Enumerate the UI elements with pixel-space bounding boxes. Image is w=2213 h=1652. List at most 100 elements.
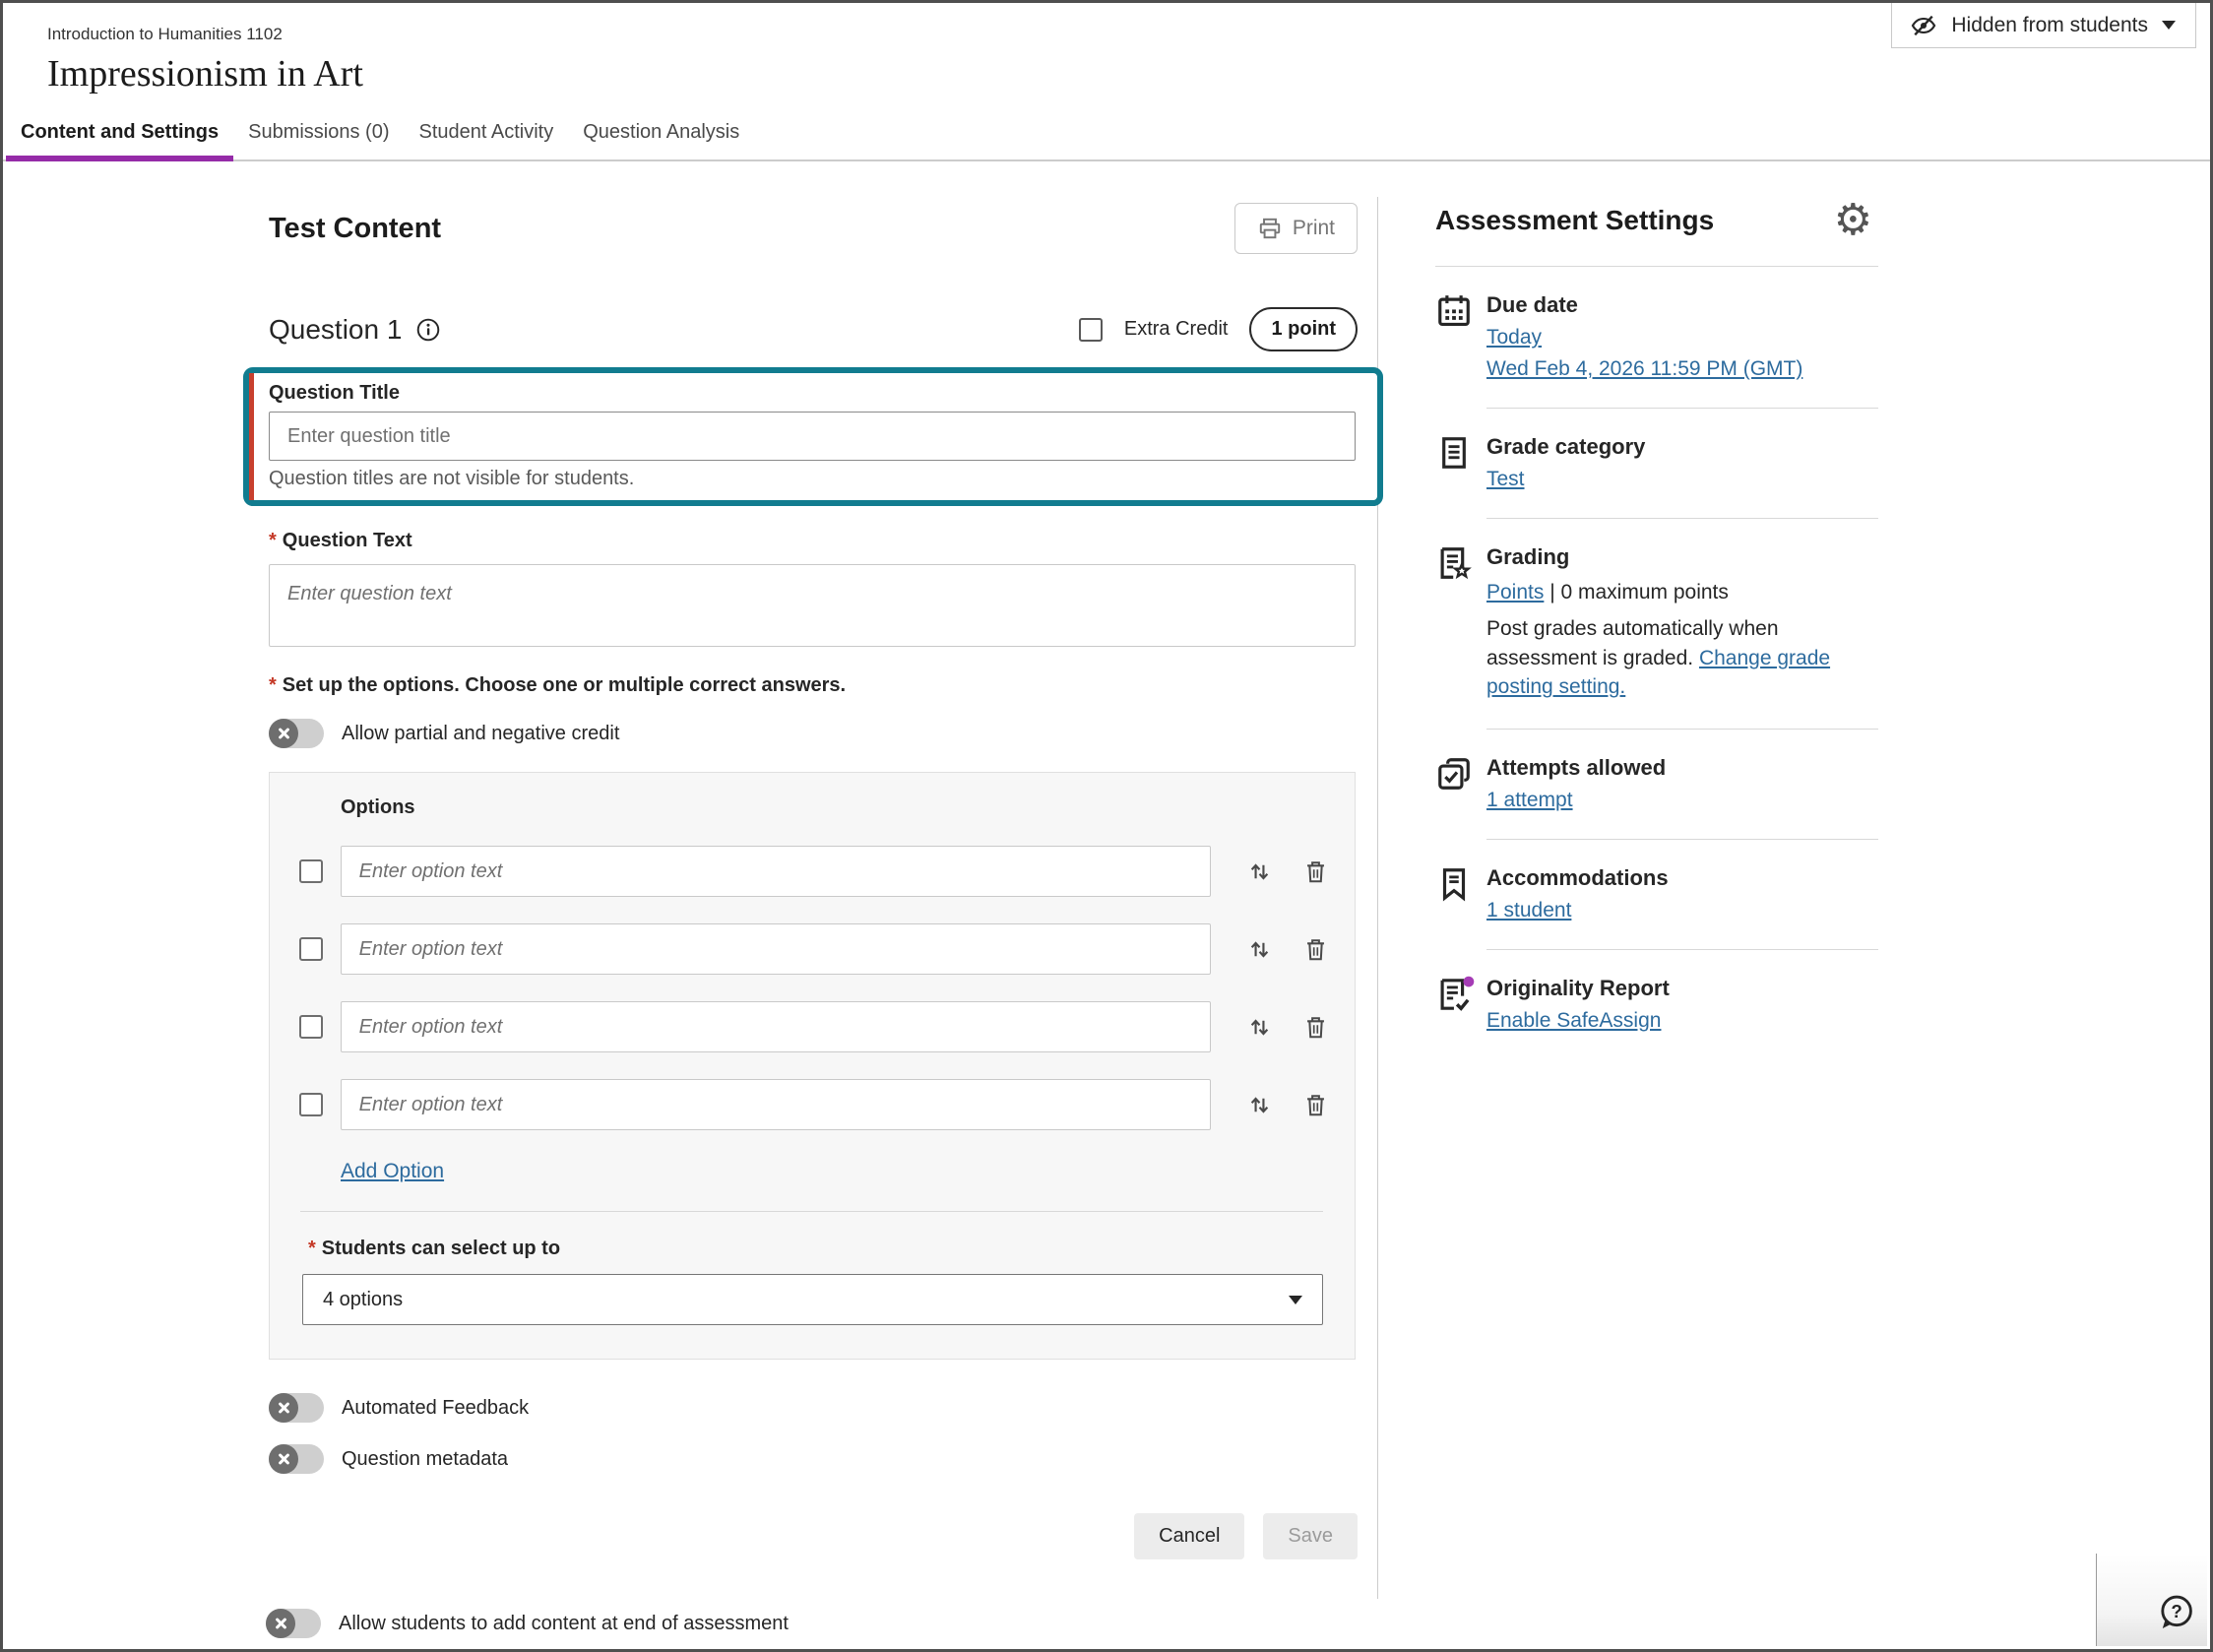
originality-report-icon — [1435, 976, 1476, 1013]
accommodations-title: Accommodations — [1486, 865, 1878, 891]
reorder-option-button[interactable] — [1246, 1092, 1273, 1118]
options-count-value: 4 options — [323, 1289, 403, 1311]
max-points-text: | 0 maximum points — [1544, 581, 1729, 604]
attempts-link[interactable]: 1 attempt — [1486, 789, 1573, 812]
accommodations-link[interactable]: 1 student — [1486, 899, 1571, 922]
delete-option-button[interactable] — [1302, 1014, 1329, 1041]
assessment-settings-panel: Assessment Settings ⚙ Due date T — [1435, 199, 1878, 1060]
content-area: Test Content Print Question 1 — [3, 161, 2210, 1652]
option-correct-checkbox[interactable] — [299, 859, 323, 883]
points-badge[interactable]: 1 point — [1249, 307, 1358, 351]
extra-credit-label: Extra Credit — [1124, 318, 1229, 341]
option-text-input[interactable] — [341, 1001, 1211, 1052]
trash-icon — [1302, 1092, 1329, 1118]
trash-icon — [1302, 936, 1329, 963]
reorder-icon — [1246, 1092, 1273, 1118]
options-instruction: *Set up the options. Choose one or multi… — [269, 674, 1358, 697]
grade-category-title: Grade category — [1486, 434, 1878, 460]
option-text-input[interactable] — [341, 1079, 1211, 1130]
delete-option-button[interactable] — [1302, 936, 1329, 963]
option-correct-checkbox[interactable] — [299, 937, 323, 961]
add-option-link[interactable]: Add Option — [341, 1160, 444, 1183]
visibility-label: Hidden from students — [1951, 14, 2148, 37]
automated-feedback-toggle[interactable] — [269, 1393, 324, 1423]
tab-bar: Content and Settings Submissions (0) Stu… — [3, 111, 2210, 161]
required-asterisk: * — [269, 674, 277, 696]
reorder-option-button[interactable] — [1246, 1014, 1273, 1041]
calendar-icon — [1435, 292, 1473, 330]
reorder-option-button[interactable] — [1246, 858, 1273, 885]
allow-student-content-label: Allow students to add content at end of … — [339, 1613, 789, 1635]
option-row — [299, 923, 1329, 975]
visibility-dropdown-button[interactable]: Hidden from students — [1891, 3, 2196, 48]
required-asterisk: * — [269, 530, 277, 551]
question-text-input[interactable] — [269, 564, 1356, 647]
eye-slash-icon — [1910, 12, 1937, 39]
attempts-check-icon — [1435, 755, 1473, 793]
save-button[interactable]: Save — [1263, 1513, 1358, 1559]
option-correct-checkbox[interactable] — [299, 1093, 323, 1116]
document-icon — [1435, 434, 1473, 472]
delete-option-button[interactable] — [1302, 1092, 1329, 1118]
options-heading: Options — [341, 796, 1355, 819]
allow-student-content-toggle[interactable] — [266, 1609, 321, 1638]
assessment-editor-page: Introduction to Humanities 1102 Impressi… — [0, 0, 2213, 1652]
due-date-datetime-link[interactable]: Wed Feb 4, 2026 11:59 PM (GMT) — [1486, 357, 1802, 381]
points-link[interactable]: Points — [1486, 581, 1544, 604]
option-text-input[interactable] — [341, 846, 1211, 897]
tab-submissions[interactable]: Submissions (0) — [233, 111, 404, 159]
print-label: Print — [1293, 217, 1335, 240]
tab-content-and-settings[interactable]: Content and Settings — [6, 111, 233, 159]
select-up-to-label: *Students can select up to — [308, 1238, 1355, 1260]
question-text-label: *Question Text — [269, 530, 1358, 552]
due-date-today-link[interactable]: Today — [1486, 326, 1542, 349]
main-column: Test Content Print Question 1 — [269, 161, 1358, 1638]
question-metadata-toggle[interactable] — [269, 1444, 324, 1474]
extra-credit-checkbox[interactable] — [1079, 318, 1103, 342]
info-icon[interactable] — [415, 317, 441, 343]
options-count-select[interactable]: 4 options — [302, 1274, 1323, 1325]
partial-credit-label: Allow partial and negative credit — [342, 723, 619, 745]
grade-category-link[interactable]: Test — [1486, 468, 1525, 491]
options-panel: Options — [269, 772, 1356, 1360]
reorder-option-button[interactable] — [1246, 936, 1273, 963]
delete-option-button[interactable] — [1302, 858, 1329, 885]
toggle-off-icon — [269, 1444, 298, 1474]
breadcrumb: Introduction to Humanities 1102 — [47, 25, 2210, 44]
chevron-down-icon — [2162, 21, 2176, 30]
option-text-input[interactable] — [341, 923, 1211, 975]
toggle-off-icon — [269, 1393, 298, 1423]
option-correct-checkbox[interactable] — [299, 1015, 323, 1039]
grading-post-line: Post grades automatically when assessmen… — [1486, 614, 1878, 701]
originality-title: Originality Report — [1486, 976, 1878, 1001]
reorder-icon — [1246, 858, 1273, 885]
assessment-settings-title: Assessment Settings — [1435, 205, 1714, 236]
cancel-button[interactable]: Cancel — [1134, 1513, 1244, 1559]
grading-star-icon — [1435, 544, 1473, 582]
test-content-heading: Test Content — [269, 213, 441, 245]
gear-icon[interactable]: ⚙ — [1834, 199, 1872, 242]
question-heading: Question 1 — [269, 314, 402, 346]
required-asterisk: * — [308, 1238, 316, 1259]
question-title-highlight: Question Title Question titles are not v… — [243, 367, 1383, 506]
due-date-title: Due date — [1486, 292, 1878, 318]
print-button[interactable]: Print — [1234, 203, 1358, 254]
partial-credit-toggle[interactable] — [269, 719, 324, 748]
tab-student-activity[interactable]: Student Activity — [405, 111, 569, 159]
bookmark-icon — [1435, 865, 1473, 903]
attempts-section: Attempts allowed 1 attempt — [1435, 730, 1878, 840]
help-button[interactable]: ? — [2154, 1591, 2197, 1634]
help-corner-panel: ? — [2096, 1554, 2207, 1646]
question-title-input[interactable] — [269, 412, 1356, 461]
header: Introduction to Humanities 1102 Impressi… — [3, 3, 2210, 95]
option-row — [299, 1079, 1329, 1130]
originality-link[interactable]: Enable SafeAssign — [1486, 1009, 1661, 1033]
chevron-down-icon — [1289, 1296, 1302, 1304]
question-title-helper: Question titles are not visible for stud… — [269, 468, 1352, 490]
toggle-off-icon — [266, 1609, 295, 1638]
svg-text:?: ? — [2171, 1601, 2181, 1621]
originality-section: Originality Report Enable SafeAssign — [1435, 950, 1878, 1060]
grading-section: Grading Points | 0 maximum points Post g… — [1435, 519, 1878, 730]
tab-question-analysis[interactable]: Question Analysis — [568, 111, 754, 159]
trash-icon — [1302, 858, 1329, 885]
